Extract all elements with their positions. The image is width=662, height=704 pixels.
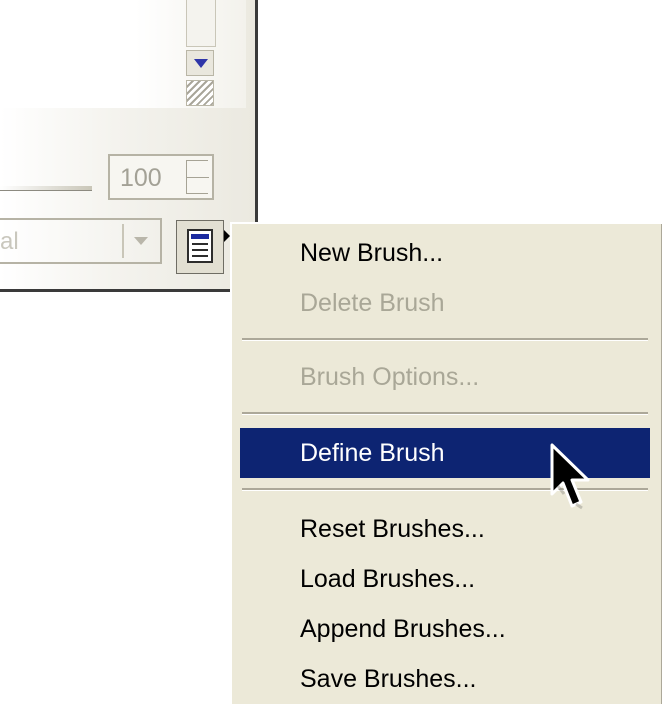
menu-item-delete-brush: Delete Brush	[240, 278, 650, 328]
palette-menu-button[interactable]	[176, 220, 224, 274]
menu-separator	[242, 338, 648, 341]
menu-item-new-brush[interactable]: New Brush...	[240, 228, 650, 278]
menu-item-label: Delete Brush	[300, 289, 445, 317]
resize-grip-icon[interactable]	[186, 80, 214, 106]
brush-context-menu: New Brush... Delete Brush Brush Options.…	[230, 222, 662, 704]
menu-item-brush-options: Brush Options...	[240, 352, 650, 402]
menu-item-label: Load Brushes...	[300, 565, 476, 593]
menu-item-label: Append Brushes...	[300, 615, 506, 643]
opacity-stepper[interactable]	[186, 160, 209, 194]
menu-item-save-brushes[interactable]: Save Brushes...	[240, 654, 650, 704]
menu-separator	[242, 412, 648, 415]
menu-item-label: Reset Brushes...	[300, 515, 485, 543]
opacity-slider[interactable]	[0, 186, 92, 191]
menu-item-label: New Brush...	[300, 239, 444, 267]
menu-item-load-brushes[interactable]: Load Brushes...	[240, 554, 650, 604]
menu-item-label: Save Brushes...	[300, 665, 477, 693]
scroll-down-arrow-icon[interactable]	[186, 50, 214, 76]
menu-item-label: Define Brush	[300, 439, 445, 467]
menu-item-append-brushes[interactable]: Append Brushes...	[240, 604, 650, 654]
mouse-pointer-icon	[550, 443, 590, 510]
menu-item-label: Brush Options...	[300, 363, 480, 391]
palette-menu-icon	[187, 229, 213, 263]
blend-mode-select[interactable]: al	[0, 218, 162, 264]
scrollbar-track[interactable]	[186, 0, 216, 47]
chevron-down-icon[interactable]	[122, 224, 158, 258]
opacity-value: 100	[120, 164, 162, 192]
opacity-field[interactable]: 100	[108, 154, 214, 200]
blend-mode-value: al	[0, 228, 19, 255]
